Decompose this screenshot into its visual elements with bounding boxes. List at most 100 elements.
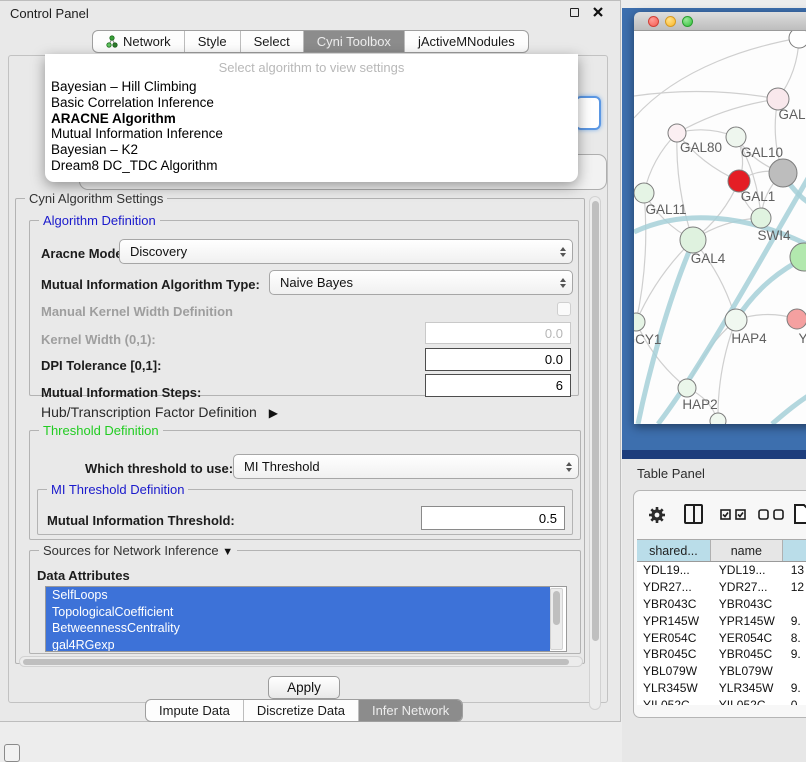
cyni-bottom-tabbar: Impute DataDiscretize Data Infer Network <box>145 699 463 722</box>
mac-zoom-icon[interactable] <box>682 16 693 27</box>
float-window-icon[interactable] <box>568 6 580 18</box>
network-node-y[interactable] <box>787 309 806 329</box>
tab-label: Infer Network <box>372 703 449 718</box>
table-row[interactable]: YDR27...YDR27...12 <box>637 579 806 596</box>
minimized-panel-icon[interactable] <box>4 744 20 762</box>
table-cell: YLR345W <box>637 681 711 695</box>
algorithm-option[interactable]: Basic Correlation Inference <box>45 95 578 111</box>
hub-definition-toggle[interactable]: Hub/Transcription Factor Definition ▶ <box>41 404 278 420</box>
network-node-label: GAL80 <box>680 140 722 155</box>
network-node-swi4[interactable] <box>751 208 771 228</box>
settings-vertical-scrollbar[interactable] <box>589 196 601 710</box>
network-node-gal11[interactable] <box>634 183 654 203</box>
table-row[interactable]: YBR045CYBR045C9. <box>637 646 806 663</box>
bottom-tab-impute-data[interactable]: Impute Data <box>146 700 243 721</box>
mi-steps-field[interactable]: 6 <box>425 374 571 397</box>
table-row[interactable]: YER054CYER054C8. <box>637 629 806 646</box>
tab-jactivemnodules[interactable]: jActiveMNodules <box>404 31 528 52</box>
table-panel-title: Table Panel <box>637 466 705 481</box>
mac-close-icon[interactable] <box>648 16 659 27</box>
sources-title-label: Sources for Network Inference <box>43 543 219 558</box>
table-row[interactable]: YPR145WYPR145W9. <box>637 612 806 629</box>
settings-horizontal-scrollbar[interactable] <box>19 656 583 667</box>
table-row[interactable]: YBR043CYBR043C <box>637 596 806 613</box>
apply-button[interactable]: Apply <box>268 676 340 699</box>
chevron-down-icon[interactable]: ▼ <box>222 546 233 558</box>
network-node[interactable] <box>769 159 797 187</box>
network-node-hap2[interactable] <box>678 379 696 397</box>
algorithm-combobox-fragment[interactable] <box>575 96 601 130</box>
network-edge <box>636 240 693 322</box>
table-cell: 13 <box>783 563 806 577</box>
gear-icon[interactable] <box>648 506 666 524</box>
network-node-hap4[interactable] <box>725 309 747 331</box>
checkbox-unchecked-glyph <box>773 509 784 520</box>
network-node-gal4[interactable] <box>680 227 706 253</box>
mi-threshold-field[interactable]: 0.5 <box>421 506 565 530</box>
table-row[interactable]: YDL19...YDL19...13 <box>637 562 806 579</box>
tab-label: jActiveMNodules <box>418 34 515 49</box>
aracne-mode-combobox[interactable]: Discovery <box>119 239 573 264</box>
algorithm-option[interactable]: Bayesian – K2 <box>45 142 578 158</box>
close-icon[interactable] <box>592 6 604 18</box>
data-attribute-item[interactable]: TopologicalCoefficient <box>46 604 550 621</box>
settings-vertical-scrollbar-thumb[interactable] <box>592 201 599 641</box>
checkbox-checked-glyph <box>720 509 731 520</box>
data-attributes-list[interactable]: SelfLoopsTopologicalCoefficientBetweenne… <box>45 586 567 652</box>
which-threshold-value: MI Threshold <box>244 459 320 474</box>
table-cell: YIL052C <box>711 698 783 705</box>
tab-cyni-toolbox[interactable]: Cyni Toolbox <box>303 31 404 52</box>
network-node-label: SWI4 <box>757 228 790 243</box>
kernel-width-field[interactable]: 0.0 <box>425 322 571 344</box>
mac-minimize-icon[interactable] <box>665 16 676 27</box>
network-canvas[interactable]: GALGAL80GAL10GAL1GAL11SWI4GAL4GCY1HAP4YH… <box>634 31 806 424</box>
which-threshold-combobox[interactable]: MI Threshold <box>233 454 579 479</box>
manual-kernel-label: Manual Kernel Width Definition <box>41 304 233 319</box>
network-node-gal10[interactable] <box>726 127 746 147</box>
table-cell: 9. <box>783 614 806 628</box>
settings-horizontal-scrollbar-thumb[interactable] <box>23 659 569 665</box>
tab-select[interactable]: Select <box>240 31 303 52</box>
table-cell: 8. <box>783 631 806 645</box>
tab-network[interactable]: Network <box>93 31 184 52</box>
data-attribute-item[interactable]: SelfLoops <box>46 587 550 604</box>
table-cell: 9. <box>783 681 806 695</box>
attr-list-scrollbar-thumb[interactable] <box>553 591 560 625</box>
control-panel-tabbar: NetworkStyleSelect Cyni Toolbox jActiveMNo… <box>92 30 529 53</box>
show-checked-columns-icon[interactable] <box>720 509 746 520</box>
column-header-name[interactable]: name <box>711 540 783 561</box>
network-node[interactable] <box>789 31 806 48</box>
bottom-tab-infer-network[interactable]: Infer Network <box>358 700 462 721</box>
tab-style[interactable]: Style <box>184 31 240 52</box>
split-columns-icon[interactable] <box>684 504 703 524</box>
algorithm-option[interactable]: Bayesian – Hill Climbing <box>45 79 578 95</box>
column-header-shared...[interactable]: shared... <box>637 540 711 561</box>
mi-type-combobox[interactable]: Naive Bayes <box>269 270 573 295</box>
network-node-gcy1[interactable] <box>634 313 645 331</box>
export-table-icon[interactable] <box>794 504 806 524</box>
checkbox-checked-glyph <box>735 509 746 520</box>
table-row[interactable]: YLR345WYLR345W9. <box>637 680 806 697</box>
algorithm-option[interactable]: Dream8 DC_TDC Algorithm <box>45 158 578 174</box>
data-attribute-item[interactable]: gal4RGexp <box>46 637 550 653</box>
kernel-width-label: Kernel Width (0,1): <box>41 332 156 347</box>
tab-label: Cyni Toolbox <box>317 34 391 49</box>
network-edge <box>687 320 736 388</box>
manual-kernel-checkbox[interactable] <box>557 302 571 316</box>
table-cell: YIL052C <box>637 698 711 705</box>
stepper-arrows-icon <box>566 462 578 472</box>
algorithm-option[interactable]: Mutual Information Inference <box>45 126 578 142</box>
bottom-tab-discretize-data[interactable]: Discretize Data <box>243 700 358 721</box>
network-window-titlebar[interactable] <box>634 12 806 31</box>
table-row[interactable]: YBL079WYBL079W <box>637 663 806 680</box>
attr-list-scrollbar[interactable] <box>550 588 563 650</box>
desktop-dark-strip <box>622 450 806 459</box>
table-row[interactable]: YIL052CYIL052C0. <box>637 696 806 705</box>
algorithm-option[interactable]: ARACNE Algorithm <box>45 111 578 127</box>
hide-columns-icon[interactable] <box>758 509 784 520</box>
data-attribute-item[interactable]: BetweennessCentrality <box>46 620 550 637</box>
network-node[interactable] <box>710 413 726 424</box>
dpi-tolerance-field[interactable]: 0.0 <box>425 348 571 371</box>
column-header-cut[interactable] <box>783 540 806 561</box>
table-cell: YDR27... <box>711 580 783 594</box>
